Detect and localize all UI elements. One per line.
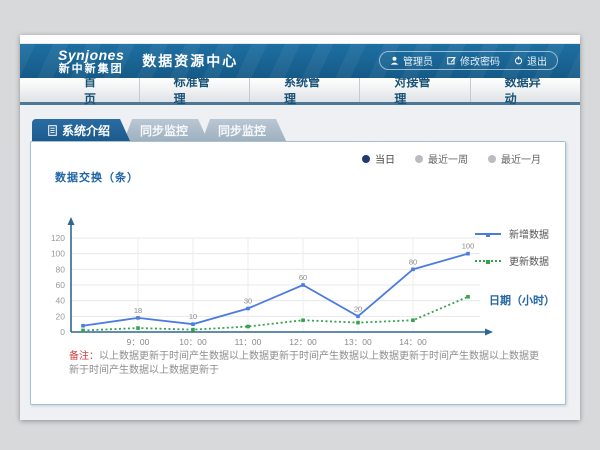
x-axis-title: 日期（小时） (489, 292, 555, 308)
svg-text:20: 20 (354, 304, 362, 313)
svg-text:100: 100 (51, 249, 65, 259)
svg-text:11：00: 11：00 (235, 337, 262, 347)
tab-label: 同步监控 (218, 122, 266, 139)
legend-label: 更新数据 (509, 253, 549, 268)
filter-last-month[interactable]: 最近一月 (488, 151, 541, 166)
footnote-text: 以上数据更新于时间产生数据以上数据更新于时间产生数据以上数据更新于时间产生数据以… (69, 351, 539, 376)
radio-selected-icon (362, 155, 370, 163)
nav-item-interface-mgmt[interactable]: 对接管理 (359, 78, 469, 102)
tab-label: 同步监控 (140, 122, 188, 139)
svg-text:0: 0 (60, 327, 65, 337)
line-chart: 0 20 40 60 80 100 120 9：00 10：00 11：00 12：00 13：00 1… (39, 180, 509, 363)
current-user[interactable]: 管理员 (390, 53, 433, 68)
filter-label: 最近一周 (428, 151, 468, 166)
user-toolbar: 管理员 修改密码 退出 (379, 51, 558, 70)
header-bar: Synjones 新中新集团 数据资源中心 管理员 修改密码 退出 (20, 44, 580, 78)
nav-item-system-mgmt[interactable]: 系统管理 (249, 78, 359, 102)
tab-system-intro[interactable]: 系统介绍 (32, 119, 130, 141)
svg-text:13：00: 13：00 (344, 337, 372, 347)
svg-text:100: 100 (462, 242, 475, 251)
series-legend: 新增数据 更新数据 (475, 226, 549, 268)
window-top-strip (20, 35, 580, 44)
filter-label: 当日 (375, 151, 395, 166)
edit-icon (447, 56, 456, 65)
svg-text:80: 80 (56, 264, 66, 274)
logo-text-en: Synjones (58, 48, 124, 62)
tab-sync-monitor-2[interactable]: 同步监控 (202, 119, 286, 141)
footnote: 备注：以上数据更新于时间产生数据以上数据更新于时间产生数据以上数据更新于时间产生… (69, 350, 539, 378)
svg-text:60: 60 (56, 280, 66, 290)
main-nav: 首页 标准管理 系统管理 对接管理 数据异动 (20, 78, 580, 105)
chart-panel: 当日 最近一周 最近一月 数据交换（条） 0204060801001209：00… (30, 141, 566, 405)
logo-text-cn: 新中新集团 (58, 64, 124, 75)
svg-text:60: 60 (299, 273, 307, 282)
footnote-prefix: 备注： (69, 351, 99, 362)
svg-text:10: 10 (189, 312, 197, 321)
green-line-swatch (475, 260, 501, 262)
svg-text:12：00: 12：00 (289, 337, 317, 347)
power-icon (514, 56, 523, 65)
radio-icon (488, 155, 496, 163)
legend-item-new-data: 新增数据 (475, 226, 549, 241)
legend-item-update-data: 更新数据 (475, 253, 549, 268)
svg-text:9：00: 9：00 (127, 337, 150, 347)
svg-text:14：00: 14：00 (399, 337, 427, 347)
time-range-filters: 当日 最近一周 最近一月 (362, 151, 541, 166)
svg-text:40: 40 (56, 296, 66, 306)
svg-text:20: 20 (56, 311, 66, 321)
svg-text:30: 30 (244, 297, 252, 306)
nav-item-data-change[interactable]: 数据异动 (470, 78, 580, 102)
change-password-button[interactable]: 修改密码 (447, 53, 500, 68)
svg-text:18: 18 (134, 306, 142, 315)
logout-label: 退出 (527, 53, 547, 68)
document-icon (48, 125, 57, 136)
nav-item-standard-mgmt[interactable]: 标准管理 (139, 78, 249, 102)
legend-label: 新增数据 (509, 226, 549, 241)
tab-sync-monitor-1[interactable]: 同步监控 (124, 119, 208, 141)
chart-canvas: 0 20 40 60 80 100 120 9：00 10：00 11：00 12：00 13：00 1… (39, 180, 509, 358)
content-area: 系统介绍 同步监控 同步监控 当日 最近一周 (20, 105, 580, 405)
tab-bar: 系统介绍 同步监控 同步监控 (32, 119, 580, 141)
user-icon (390, 56, 399, 65)
radio-icon (415, 155, 423, 163)
logout-button[interactable]: 退出 (514, 53, 547, 68)
filter-label: 最近一月 (501, 151, 541, 166)
svg-text:120: 120 (51, 233, 65, 243)
page-title: 数据资源中心 (142, 51, 238, 71)
company-logo: Synjones 新中新集团 (58, 48, 124, 75)
svg-text:10：00: 10：00 (179, 337, 207, 347)
user-name: 管理员 (403, 53, 433, 68)
nav-item-home[interactable]: 首页 (50, 78, 139, 102)
svg-text:80: 80 (409, 257, 417, 266)
blue-line-swatch (475, 233, 501, 235)
filter-last-week[interactable]: 最近一周 (415, 151, 468, 166)
change-password-label: 修改密码 (460, 53, 500, 68)
app-window: Synjones 新中新集团 数据资源中心 管理员 修改密码 退出 首页 标准管… (20, 35, 580, 420)
filter-today[interactable]: 当日 (362, 151, 395, 166)
tab-label: 系统介绍 (62, 122, 110, 139)
